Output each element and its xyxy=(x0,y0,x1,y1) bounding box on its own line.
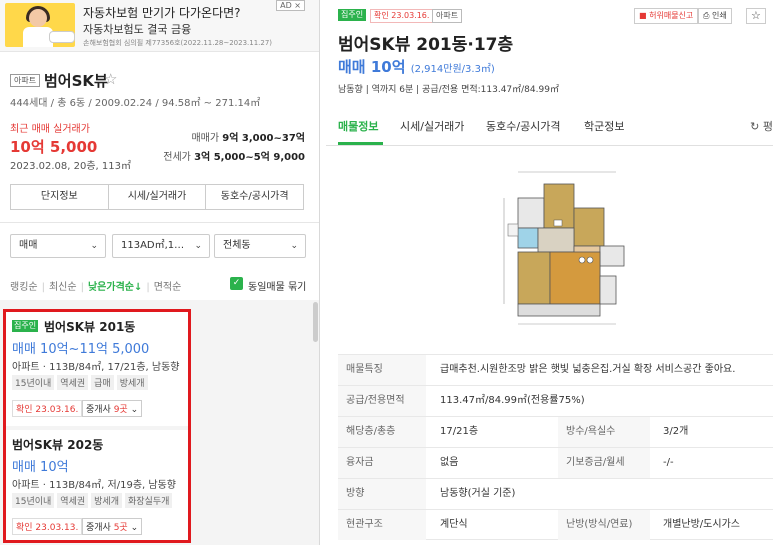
recent-trade-price: 10억 5,000 xyxy=(10,138,98,156)
same-listing-label[interactable]: 동일매물 묶기 xyxy=(248,278,306,293)
table-row: 매물특징 급매추천.시원한조망 밝은 햇빛 넓충은집.거실 확장 서비스공간 좋… xyxy=(338,354,773,385)
table-row: 공급/전용면적 113.47㎡/84.99㎡(전용률75%) xyxy=(338,385,773,416)
sale-price-range: 매매가 9억 3,000~37억 xyxy=(191,129,305,144)
sort-area[interactable]: 면적순 xyxy=(154,282,182,293)
price-per-pyeong: (2,914만원/3.3㎡) xyxy=(410,64,495,75)
siren-icon: ■ xyxy=(639,11,650,20)
favorite-star-icon[interactable]: ☆ xyxy=(104,70,117,88)
tab-school[interactable]: 학군정보 xyxy=(584,118,624,134)
row-value: 개별난방/도시가스 xyxy=(663,519,740,530)
area-select[interactable]: 113AD㎡,1… ⌄ xyxy=(112,234,210,258)
detail-panel: 집주인 확인 23.03.16. 아파트 ■ 허위매물신고 ⎙ 인쇄 ☆ 범어S… xyxy=(326,0,773,545)
sort-low-price[interactable]: 낮은가격순↓ xyxy=(88,282,142,293)
jeonse-price-range: 전세가 3억 5,000~5억 9,000 xyxy=(163,148,305,163)
jeonse-price-value: 3억 5,000~5억 9,000 xyxy=(194,152,305,163)
highlight-box xyxy=(3,309,191,543)
tab-listing-info[interactable]: 매물정보 xyxy=(338,118,378,134)
row-label: 현관구조 xyxy=(338,510,426,540)
row-label: 매물특징 xyxy=(338,355,426,385)
table-row: 현관구조 계단식 난방(방식/연료) 개별난방/도시가스 xyxy=(338,509,773,540)
jeonse-price-label: 전세가 xyxy=(163,152,191,163)
row-label: 기보증금/월세 xyxy=(558,448,650,478)
sort-options: 랭킹순 | 최신순 | 낮은가격순↓ | 면적순 xyxy=(10,282,182,293)
row-label: 난방(방식/연료) xyxy=(558,510,650,540)
row-value: 113.47㎡/84.99㎡(전용률75%) xyxy=(440,395,585,406)
active-tab-underline xyxy=(338,142,383,145)
dong-value: 전체동 xyxy=(223,240,251,251)
recent-trade-date: 2023.02.08, 20층, 113㎡ xyxy=(10,161,131,172)
table-row: 방향 남동향(거실 기준) xyxy=(338,478,773,509)
detail-price: 매매 10억 (2,914만원/3.3㎡) xyxy=(338,58,495,76)
type-badge: 아파트 xyxy=(432,9,463,23)
row-label: 방향 xyxy=(338,479,426,509)
ad-subtitle: 자동차보험도 결국 금융 xyxy=(83,23,192,36)
area-value: 113AD㎡,1… xyxy=(121,240,185,251)
report-button[interactable]: ■ 허위매물신고 xyxy=(634,8,699,24)
tab-unit-price[interactable]: 동호수/공시가격 xyxy=(486,118,561,134)
favorite-star-icon[interactable]: ☆ xyxy=(746,8,766,24)
tab-unit-price[interactable]: 동호수/공시가격 xyxy=(206,185,303,209)
ad-title[interactable]: 자동차보험 만기가 다가온다면? xyxy=(83,4,241,21)
sale-price-label: 매매가 xyxy=(191,133,220,144)
row-value: 없음 xyxy=(440,457,459,468)
scrollbar[interactable] xyxy=(313,302,318,342)
ad-close-button[interactable]: AD × xyxy=(276,0,305,11)
row-value: 17/21층 xyxy=(440,426,479,437)
print-button[interactable]: ⎙ 인쇄 xyxy=(698,8,732,24)
ad-image xyxy=(5,3,75,47)
detail-tabs: 매물정보 시세/실거래가 동호수/공시가격 학군정보 ↻ 평 xyxy=(326,106,773,146)
listing-detail-table: 매물특징 급매추천.시원한조망 밝은 햇빛 넓충은집.거실 확장 서비스공간 좋… xyxy=(338,354,773,540)
confirm-badge: 확인 23.03.16. xyxy=(370,9,434,23)
row-value: 급매추천.시원한조망 밝은 햇빛 넓충은집.거실 확장 서비스공간 좋아요. xyxy=(440,364,736,375)
type-tag: 아파트 xyxy=(10,74,41,87)
chevron-down-icon: ⌄ xyxy=(90,241,98,251)
listing-panel: 자동차보험 만기가 다가온다면? 자동차보험도 결국 금융 손해보험협회 심의필… xyxy=(0,0,320,545)
ad-banner[interactable]: 자동차보험 만기가 다가온다면? 자동차보험도 결국 금융 손해보험협회 심의필… xyxy=(0,0,319,52)
ad-fine-print: 손해보험협회 심의필 제77356호(2022.11.28~2023.11.27… xyxy=(83,39,273,47)
tab-price-history[interactable]: 시세/실거래가 xyxy=(109,185,207,209)
complex-tabs: 단지정보 시세/실거래가 동호수/공시가격 xyxy=(10,184,304,210)
row-value: -/- xyxy=(663,457,674,468)
owner-badge: 집주인 xyxy=(338,9,367,21)
dong-select[interactable]: 전체동 ⌄ xyxy=(214,234,306,258)
chevron-down-icon: ⌄ xyxy=(194,241,202,251)
row-value: 남동향(거실 기준) xyxy=(440,488,516,499)
detail-title: 범어SK뷰 201동·17층 xyxy=(338,35,514,55)
sort-ranking[interactable]: 랭킹순 xyxy=(10,282,38,293)
refresh-button[interactable]: ↻ 평 xyxy=(750,118,773,134)
same-listing-checkbox[interactable]: ✓ xyxy=(230,277,243,290)
recent-trade-label: 최근 매매 실거래가 xyxy=(10,124,90,135)
row-label: 방수/욕실수 xyxy=(558,417,650,447)
tab-complex-info[interactable]: 단지정보 xyxy=(11,185,109,209)
tab-price-history[interactable]: 시세/실거래가 xyxy=(400,118,464,134)
floor-plan-image[interactable] xyxy=(496,164,638,336)
complex-info: 444세대 / 총 6동 / 2009.02.24 / 94.58㎡ ~ 271… xyxy=(10,98,261,109)
row-label: 융자금 xyxy=(338,448,426,478)
trade-type-select[interactable]: 매매 ⌄ xyxy=(10,234,106,258)
row-label: 해당층/총층 xyxy=(338,417,426,447)
row-value: 3/2개 xyxy=(663,426,689,437)
complex-name: 범어SK뷰 xyxy=(44,72,108,90)
print-icon: ⎙ xyxy=(703,11,712,20)
chevron-down-icon: ⌄ xyxy=(290,241,298,251)
table-row: 해당층/총층 17/21층 방수/욕실수 3/2개 xyxy=(338,416,773,447)
trade-type-value: 매매 xyxy=(19,240,38,251)
detail-info: 남동향 | 역까지 6분 | 공급/전용 면적:113.47㎡/84.99㎡ xyxy=(338,85,559,95)
row-label: 공급/전용면적 xyxy=(338,386,426,416)
row-value: 계단식 xyxy=(440,519,468,530)
sale-price-value: 9억 3,000~37억 xyxy=(222,133,305,144)
sort-latest[interactable]: 최신순 xyxy=(49,282,77,293)
table-row: 융자금 없음 기보증금/월세 -/- xyxy=(338,447,773,478)
